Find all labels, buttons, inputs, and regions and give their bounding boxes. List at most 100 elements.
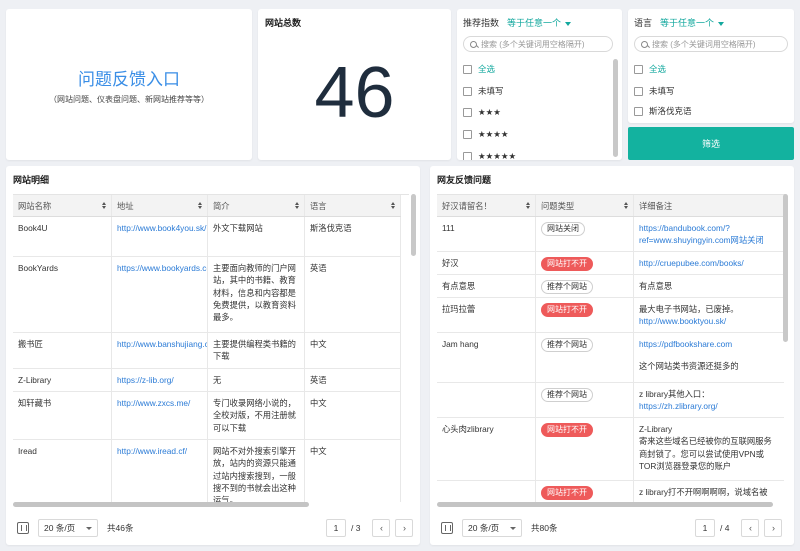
checkbox[interactable]: [463, 152, 472, 160]
column-header-name[interactable]: 好汉请留名！: [437, 195, 536, 216]
feedback-entry-title[interactable]: 问题反馈入口: [78, 65, 180, 90]
export-icon[interactable]: [441, 522, 453, 534]
filter-lang-option[interactable]: 斯洛伐克语: [634, 105, 692, 117]
export-icon[interactable]: [17, 522, 29, 534]
issue-type-tag: 网站打不开: [541, 486, 593, 500]
pagination: 20 条/页 共80条: [437, 519, 557, 537]
filter-lang-search-input[interactable]: 搜索 (多个关键词用空格隔开): [634, 36, 788, 52]
page-input[interactable]: 1: [326, 519, 346, 537]
search-icon: [470, 40, 477, 48]
filter-lang-option-all[interactable]: 全选: [634, 63, 666, 75]
note-text: 最大电子书网站，已废掉。: [639, 304, 739, 314]
table-row: 111 网站关闭 https://bandubook.com/?ref=www.sh…: [437, 217, 784, 252]
next-page-button[interactable]: ›: [764, 519, 783, 537]
table-row: 好汉 网站打不开 http://cruepubee.com/books/: [437, 252, 784, 275]
table-row: BookYards https://www.bookyards.com/en/w…: [13, 257, 401, 333]
scrollbar[interactable]: [783, 194, 788, 342]
sort-icon[interactable]: [198, 202, 202, 209]
table-row: 拉玛拉蕾 网站打不开 最大电子书网站，已废掉。 http://www.booktyou…: [437, 298, 784, 333]
prev-page-button[interactable]: ‹: [741, 519, 760, 537]
note-link[interactable]: http://www.booktyou.sk/: [639, 315, 779, 327]
filter-rec-option-all[interactable]: 全选: [463, 63, 495, 75]
table-row: Iread http://www.iread.cf/ 网站不对外搜索引擎开放，站…: [13, 440, 401, 502]
checkbox[interactable]: [463, 86, 472, 96]
note-link[interactable]: http://cruepubee.com/books/: [639, 257, 779, 269]
scrollbar[interactable]: [437, 502, 773, 507]
scrollbar[interactable]: [613, 59, 618, 157]
filter-button[interactable]: 筛选: [628, 127, 794, 160]
column-header-name[interactable]: 网站名称: [13, 195, 112, 216]
issue-type-tag: 推荐个网站: [541, 388, 593, 402]
note-text: Z-Library 寄来这些域名已经被你的互联网服务商封锁了。您可以尝试使用VP…: [639, 424, 772, 471]
table-row: 搬书匠 http://www.banshujiang.cn/ 主要提供编程类书籍…: [13, 333, 401, 369]
note-link[interactable]: https://pdfbookshare.com: [639, 338, 779, 350]
filter-rec-label: 推荐指数: [463, 18, 500, 28]
table-row: Jam hang 推荐个网站 https://pdfbookshare.com 这个网…: [437, 333, 784, 383]
feedback-table: 好汉请留名！ 问题类型 详细备注 111 网站关闭 https://banduboo…: [437, 194, 785, 502]
checkbox[interactable]: [634, 64, 643, 74]
scrollbar[interactable]: [13, 502, 309, 507]
scrollbar[interactable]: [411, 194, 416, 256]
filter-rec-search-input[interactable]: 搜索 (多个关键词用空格隔开): [463, 36, 613, 52]
filter-rec-option[interactable]: ★★★: [463, 107, 501, 118]
filter-lang-operator[interactable]: 等于任意一个: [660, 16, 725, 29]
filter-lang-label: 语言: [634, 18, 653, 28]
feedback-entry-card[interactable]: 问题反馈入口 （网站问题、仪表盘问题、新网站推荐等等）: [6, 9, 252, 160]
column-header-type[interactable]: 问题类型: [536, 195, 634, 216]
issue-type-tag: 推荐个网站: [541, 338, 593, 352]
column-header-intro[interactable]: 简介: [208, 195, 305, 216]
note-link[interactable]: https://zh.zlibrary.org/: [639, 400, 779, 412]
pagination-controls: 1 / 3 ‹ ›: [326, 519, 414, 537]
sort-icon[interactable]: [624, 202, 628, 209]
feedback-table-title: 网友反馈问题: [437, 175, 492, 185]
note-text: 有点意思: [639, 281, 673, 291]
sort-icon[interactable]: [391, 202, 395, 209]
prev-page-button[interactable]: ‹: [372, 519, 391, 537]
column-header-url[interactable]: 地址: [112, 195, 208, 216]
total-count: 共80条: [531, 523, 558, 533]
total-sites-value: 46: [314, 53, 395, 133]
note-text: 这个网站类书资源还挺多的: [639, 361, 739, 372]
note-text: z library打不开啊啊啊啊，说域名被: [639, 487, 768, 497]
issue-type-tag: 推荐个网站: [541, 280, 593, 294]
column-header-language[interactable]: 语言: [305, 195, 401, 216]
issue-type-tag: 网站打不开: [541, 303, 593, 317]
sort-icon[interactable]: [295, 202, 299, 209]
feedback-entry-subtitle: （网站问题、仪表盘问题、新网站推荐等等）: [49, 94, 209, 104]
table-header: 好汉请留名！ 问题类型 详细备注: [437, 195, 784, 217]
pagination-controls: 1 / 4 ‹ ›: [695, 519, 783, 537]
filter-lang-option[interactable]: 未填写: [634, 85, 675, 97]
page-count: / 4: [720, 523, 730, 533]
next-page-button[interactable]: ›: [395, 519, 414, 537]
sort-icon[interactable]: [526, 202, 530, 209]
total-count: 共46条: [107, 523, 134, 533]
table-row: 网站打不开 z library打不开啊啊啊啊，说域名被: [437, 481, 784, 502]
checkbox[interactable]: [634, 86, 643, 96]
checkbox[interactable]: [634, 106, 643, 116]
filter-rec-operator[interactable]: 等于任意一个: [507, 16, 572, 29]
checkbox[interactable]: [463, 130, 472, 139]
table-row: Book4U http://www.book4you.sk/ 外文下载网站 斯洛…: [13, 217, 401, 257]
page-size-select[interactable]: 20 条/页: [462, 519, 522, 537]
page-count: / 3: [351, 523, 361, 533]
note-link[interactable]: https://bandubook.com/?ref=www.shuyingyi…: [639, 222, 779, 247]
table-row: Z-Library https://z-lib.org/ 无 英语: [13, 369, 401, 392]
total-sites-title: 网站总数: [265, 18, 302, 28]
checkbox[interactable]: [463, 108, 472, 117]
filter-rec-option[interactable]: 未填写: [463, 85, 504, 97]
table-row: 心头肉zlibrary 网站打不开 Z-Library 寄来这些域名已经被你的互联网…: [437, 418, 784, 481]
page-input[interactable]: 1: [695, 519, 715, 537]
chevron-down-icon: [510, 526, 516, 530]
checkbox[interactable]: [463, 64, 472, 74]
column-header-note[interactable]: 详细备注: [634, 195, 784, 216]
chevron-down-icon: [565, 21, 572, 26]
sort-icon[interactable]: [102, 202, 106, 209]
issue-type-tag: 网站打不开: [541, 257, 593, 271]
pagination: 20 条/页 共46条: [13, 519, 133, 537]
feedback-table-card: 网友反馈问题 好汉请留名！ 问题类型 详细备注 111 网站关闭 https://b…: [430, 166, 794, 545]
chevron-down-icon: [86, 526, 92, 530]
page-size-select[interactable]: 20 条/页: [38, 519, 98, 537]
filter-rec-option[interactable]: ★★★★★: [463, 151, 516, 160]
filter-rec-option[interactable]: ★★★★: [463, 129, 508, 140]
search-icon: [641, 40, 648, 48]
